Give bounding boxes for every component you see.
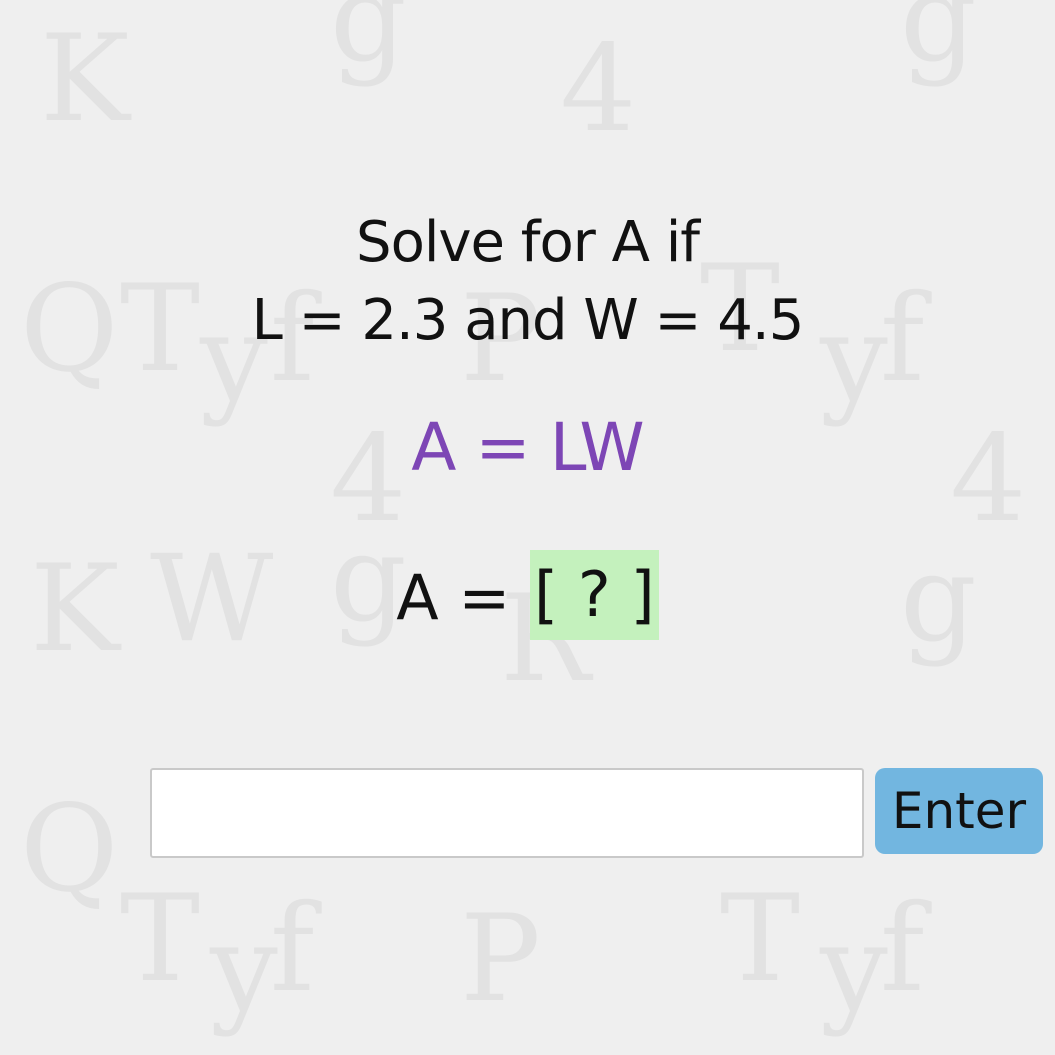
question-panel: Solve for A if L = 2.3 and W = 4.5 A = L… [0,0,1055,1055]
answer-prefix: A = [396,561,531,634]
question-line-1: Solve for A if [356,210,700,275]
answer-equation: A = [ ? ] [0,550,1055,640]
question-prompt: Solve for A if L = 2.3 and W = 4.5 [0,204,1055,360]
formula: A = LW [411,409,644,486]
answer-input[interactable] [150,768,864,858]
answer-blank: [ ? ] [530,550,659,640]
question-line-2: L = 2.3 and W = 4.5 [251,288,805,353]
enter-button[interactable]: Enter [875,768,1043,854]
